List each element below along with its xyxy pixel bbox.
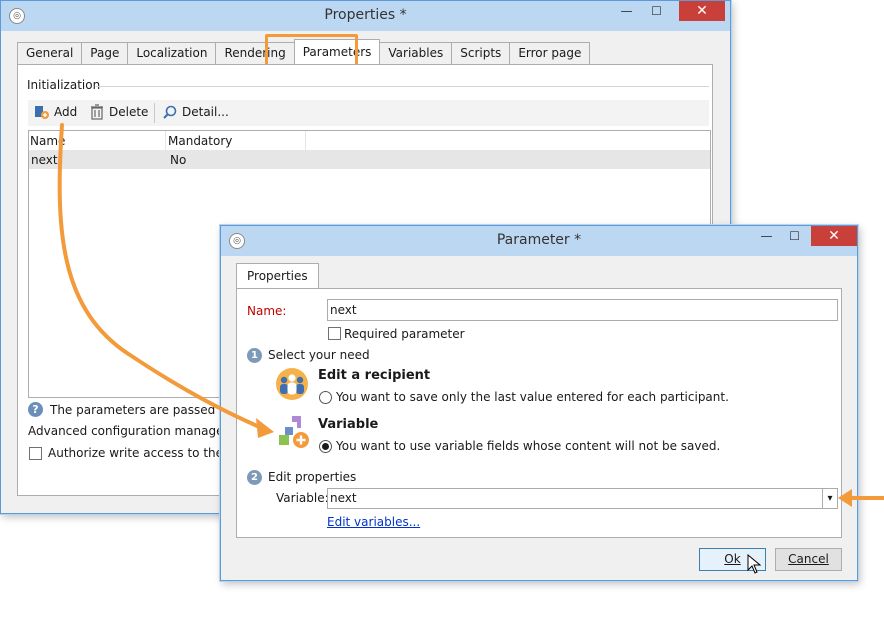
tab-localization[interactable]: Localization [127,42,217,64]
list-header: Name Mandatory [29,131,710,151]
minimize-icon[interactable]: — [613,1,640,21]
add-icon [34,104,50,120]
minimize-icon[interactable]: — [753,226,780,246]
variable-option-desc: You want to use variable fields whose co… [336,439,721,453]
step-1-label: Select your need [268,348,370,362]
row-mandatory: No [170,153,187,167]
parameter-titlebar: ◎ Parameter * — ☐ ✕ [221,226,857,256]
add-label: Add [54,105,78,119]
column-header-name[interactable]: Name [30,132,65,150]
maximize-icon[interactable]: ☐ [643,1,670,21]
step-2-badge: 2 [247,470,262,485]
recipient-option-title: Edit a recipient [318,368,431,383]
authorize-checkbox[interactable] [29,447,42,460]
name-label: Name: [247,304,287,318]
add-button[interactable]: Add [34,104,77,120]
parameter-tabs: Properties [236,263,319,288]
toolbar: Add Delete Detail... [28,100,709,126]
recipient-radio[interactable] [319,391,332,404]
parameter-panel: Name: next Required parameter 1 Select y… [236,288,842,538]
variable-option-title: Variable [318,417,379,432]
cancel-button[interactable]: Cancel [775,548,842,571]
column-divider [165,131,166,151]
close-icon[interactable]: ✕ [811,226,857,246]
detail-button[interactable]: Detail... [162,104,229,120]
variable-radio[interactable] [319,440,332,453]
detail-label: Detail... [182,105,229,119]
toolbar-separator [154,103,155,123]
step-1-badge: 1 [247,348,262,363]
column-header-mandatory[interactable]: Mandatory [168,132,232,150]
table-row[interactable]: next No [29,151,710,169]
group-label-initialization: Initialization [27,78,101,92]
ok-label: Ok [724,552,741,566]
cancel-label: Cancel [788,552,829,566]
properties-titlebar: ◎ Properties * — ☐ ✕ [1,1,730,31]
column-divider [305,131,306,151]
trash-icon [89,104,105,120]
help-icon: ? [28,402,43,417]
required-label: Required parameter [344,327,465,341]
group-divider [96,86,709,87]
tab-properties[interactable]: Properties [236,263,319,288]
parameter-dialog: ◎ Parameter * — ☐ ✕ Properties Name: nex… [220,225,858,581]
variable-label: Variable: [276,491,329,505]
search-icon [162,104,178,120]
row-name: next [31,153,58,167]
name-input[interactable]: next [327,299,838,321]
edit-variables-link[interactable]: Edit variables... [327,515,420,529]
required-checkbox[interactable] [328,327,341,340]
variable-select[interactable]: next ▾ [327,488,838,509]
recipient-group-icon [275,367,309,401]
maximize-icon[interactable]: ☐ [781,226,808,246]
chevron-down-icon[interactable]: ▾ [822,489,837,508]
delete-label: Delete [109,105,149,119]
mouse-cursor-icon [747,553,762,574]
variable-icon [277,416,311,450]
tab-scripts[interactable]: Scripts [451,42,511,64]
step-2-label: Edit properties [268,470,357,484]
recipient-option-desc: You want to save only the last value ent… [336,390,729,404]
delete-button[interactable]: Delete [89,104,148,120]
tab-general[interactable]: General [17,42,83,64]
tab-error-page[interactable]: Error page [509,42,591,64]
close-icon[interactable]: ✕ [679,1,725,21]
tab-variables[interactable]: Variables [379,42,453,64]
tab-page[interactable]: Page [81,42,129,64]
variable-select-value: next [330,491,357,505]
